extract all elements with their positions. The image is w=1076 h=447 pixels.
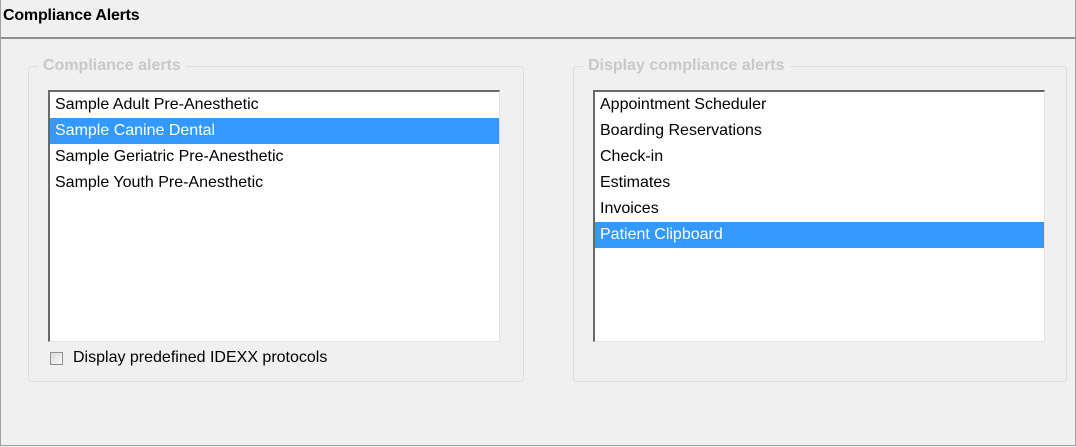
list-item[interactable]: Boarding Reservations [595,118,1044,144]
list-item[interactable]: Check-in [595,144,1044,170]
header-bar: Compliance Alerts [1,0,1075,39]
page-title: Compliance Alerts [3,7,140,24]
display-compliance-alerts-list[interactable]: Appointment Scheduler Boarding Reservati… [593,90,1045,342]
display-compliance-alerts-legend: Display compliance alerts [583,57,790,75]
list-item[interactable]: Appointment Scheduler [595,92,1044,118]
list-item[interactable]: Invoices [595,196,1044,222]
predefined-protocols-option[interactable]: Display predefined IDEXX protocols [50,348,327,368]
list-item[interactable]: Sample Adult Pre-Anesthetic [50,92,499,118]
display-predefined-protocols-checkbox[interactable] [50,351,63,365]
compliance-alerts-window: Compliance Alerts Compliance alerts Samp… [0,0,1076,446]
display-predefined-protocols-label[interactable]: Display predefined IDEXX protocols [73,349,327,367]
list-item[interactable]: Estimates [595,170,1044,196]
compliance-alerts-legend: Compliance alerts [38,57,186,75]
list-item[interactable]: Sample Youth Pre-Anesthetic [50,170,499,196]
compliance-alerts-list[interactable]: Sample Adult Pre-Anesthetic Sample Canin… [48,90,500,342]
list-item[interactable]: Sample Geriatric Pre-Anesthetic [50,144,499,170]
list-item[interactable]: Patient Clipboard [595,222,1044,248]
list-item[interactable]: Sample Canine Dental [50,118,499,144]
